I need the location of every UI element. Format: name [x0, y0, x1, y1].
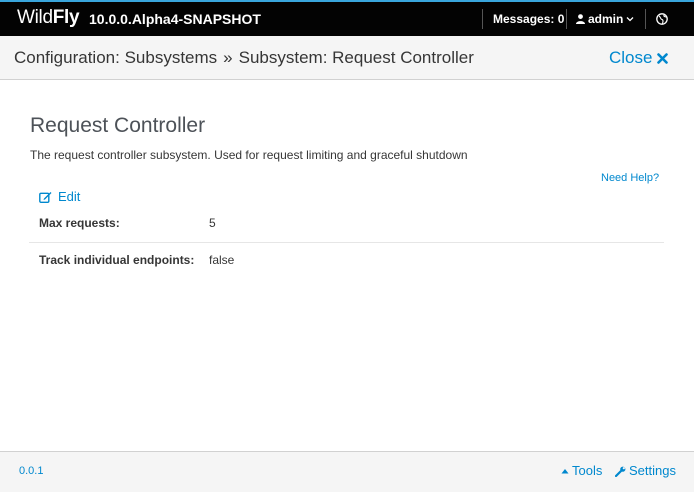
footer-version-link[interactable]: 0.0.1 [19, 464, 43, 478]
user-icon [576, 14, 585, 24]
brand-light-text: Wild [17, 7, 53, 28]
chevron-down-icon [626, 17, 634, 22]
close-label: Close [609, 48, 653, 67]
attribute-label: Max requests: [39, 216, 120, 230]
close-button[interactable]: Close [609, 48, 669, 68]
breadcrumb: Configuration: Subsystems » Subsystem: Req… [14, 48, 474, 68]
top-header-bar: WildFly 10.0.0.Alpha4-SNAPSHOT Messages:… [0, 0, 694, 36]
attribute-label: Track individual endpoints: [39, 253, 195, 267]
need-help-link[interactable]: Need Help? [601, 172, 659, 185]
attribute-value: false [209, 253, 235, 267]
edit-icon [39, 192, 52, 203]
wrench-icon [615, 466, 626, 477]
tools-label: Tools [572, 463, 603, 478]
tools-menu[interactable]: Tools [561, 463, 602, 479]
breadcrumb-current-subsystem: Subsystem: Request Controller [238, 48, 474, 67]
footer-bar: 0.0.1 Tools Settings [0, 451, 694, 492]
user-name: admin [588, 12, 624, 26]
user-menu[interactable]: admin [576, 11, 634, 27]
product-version: 10.0.0.Alpha4-SNAPSHOT [89, 11, 261, 27]
breadcrumb-bar: Configuration: Subsystems » Subsystem: Req… [0, 36, 694, 80]
attribute-row-track-individual-endpoints: Track individual endpoints: false [29, 243, 664, 280]
page-description: The request controller subsystem. Used f… [30, 148, 468, 162]
brand-bold-text: Fly [52, 7, 80, 28]
header-divider [645, 9, 646, 29]
messages-link[interactable]: Messages: 0 [493, 11, 564, 27]
header-divider [482, 9, 483, 29]
edit-label: Edit [58, 189, 81, 204]
caret-up-icon [561, 469, 569, 474]
header-divider [566, 9, 567, 29]
globe-icon[interactable] [656, 12, 668, 26]
wildfly-logo[interactable]: WildFly [17, 7, 80, 29]
settings-link[interactable]: Settings [615, 463, 676, 479]
attribute-value: 5 [209, 216, 216, 230]
settings-label: Settings [629, 463, 676, 478]
edit-button[interactable]: Edit [39, 189, 80, 205]
close-x-icon [657, 52, 669, 64]
breadcrumb-configuration-subsystems[interactable]: Configuration: Subsystems [14, 48, 217, 67]
page-title: Request Controller [30, 114, 206, 137]
attribute-row-max-requests: Max requests: 5 [29, 206, 664, 243]
breadcrumb-separator: » [223, 48, 233, 67]
